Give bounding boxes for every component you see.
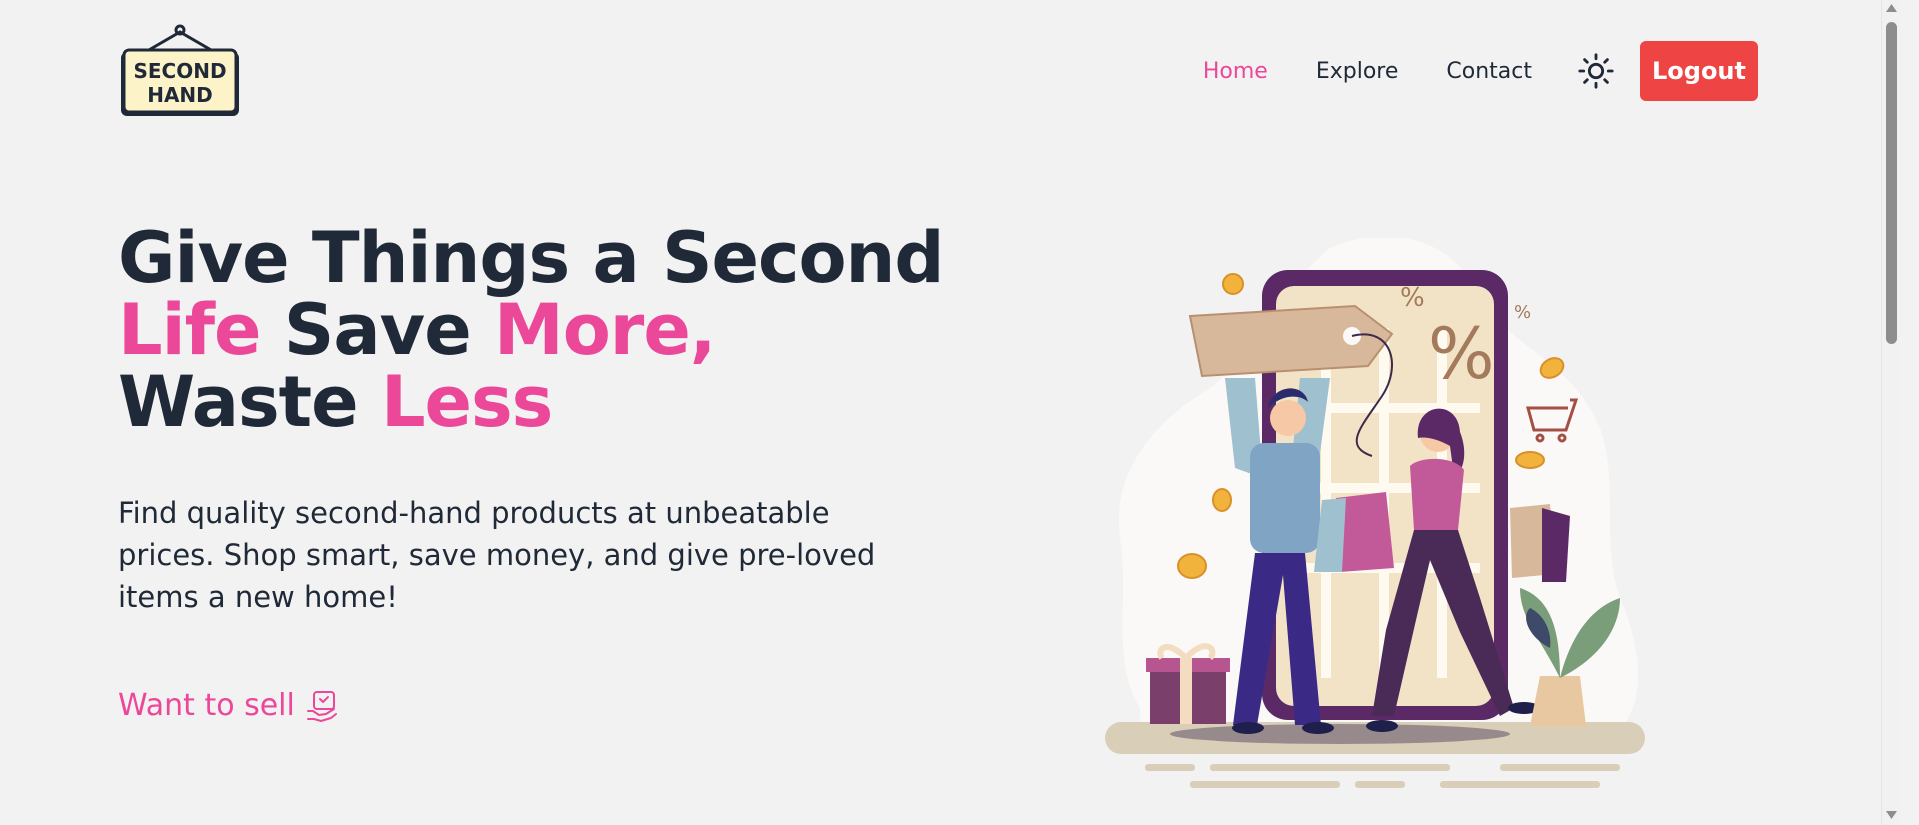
svg-text:SECOND: SECOND xyxy=(133,59,226,83)
nav-home[interactable]: Home xyxy=(1203,59,1268,84)
hero-title-waste: Waste xyxy=(118,361,359,443)
logout-button[interactable]: Logout xyxy=(1640,41,1758,101)
want-to-sell-label: Want to sell xyxy=(118,688,295,723)
sun-icon xyxy=(1578,53,1614,89)
nav-explore[interactable]: Explore xyxy=(1316,59,1399,84)
svg-text:%: % xyxy=(1400,283,1425,313)
scroll-up-arrow-icon[interactable] xyxy=(1886,4,1897,14)
svg-text:%: % xyxy=(1428,313,1495,395)
svg-text:%: % xyxy=(1514,302,1531,323)
theme-toggle-button[interactable] xyxy=(1576,51,1616,91)
hero-title: Give Things a Second Life Save More, Was… xyxy=(118,222,978,438)
hero-title-part1: Give Things a Second xyxy=(118,217,945,299)
logo-sign-icon: SECOND HAND xyxy=(121,24,239,116)
scroll-down-arrow-icon[interactable] xyxy=(1886,811,1897,821)
hand-heart-icon xyxy=(306,690,337,722)
hero-description: Find quality second-hand products at unb… xyxy=(118,496,876,614)
hero-illustration: % % % xyxy=(1100,238,1650,798)
scrollbar-thumb[interactable] xyxy=(1886,22,1897,344)
hero-title-life: Life xyxy=(118,289,262,371)
svg-text:HAND: HAND xyxy=(147,83,213,107)
hero-title-more: More, xyxy=(494,289,716,371)
shopping-illustration: % % % xyxy=(1105,238,1645,788)
hero-title-save: Save xyxy=(283,289,472,371)
nav-contact[interactable]: Contact xyxy=(1446,59,1532,84)
page-scrollbar[interactable] xyxy=(1881,0,1900,825)
logo[interactable]: SECOND HAND xyxy=(118,24,242,120)
page: SECOND HAND Home Explore Contact Logout … xyxy=(0,0,1900,825)
want-to-sell-link[interactable]: Want to sell xyxy=(118,688,339,723)
hero-title-less: Less xyxy=(380,361,553,443)
main-nav: Home Explore Contact Logout xyxy=(1203,41,1758,101)
